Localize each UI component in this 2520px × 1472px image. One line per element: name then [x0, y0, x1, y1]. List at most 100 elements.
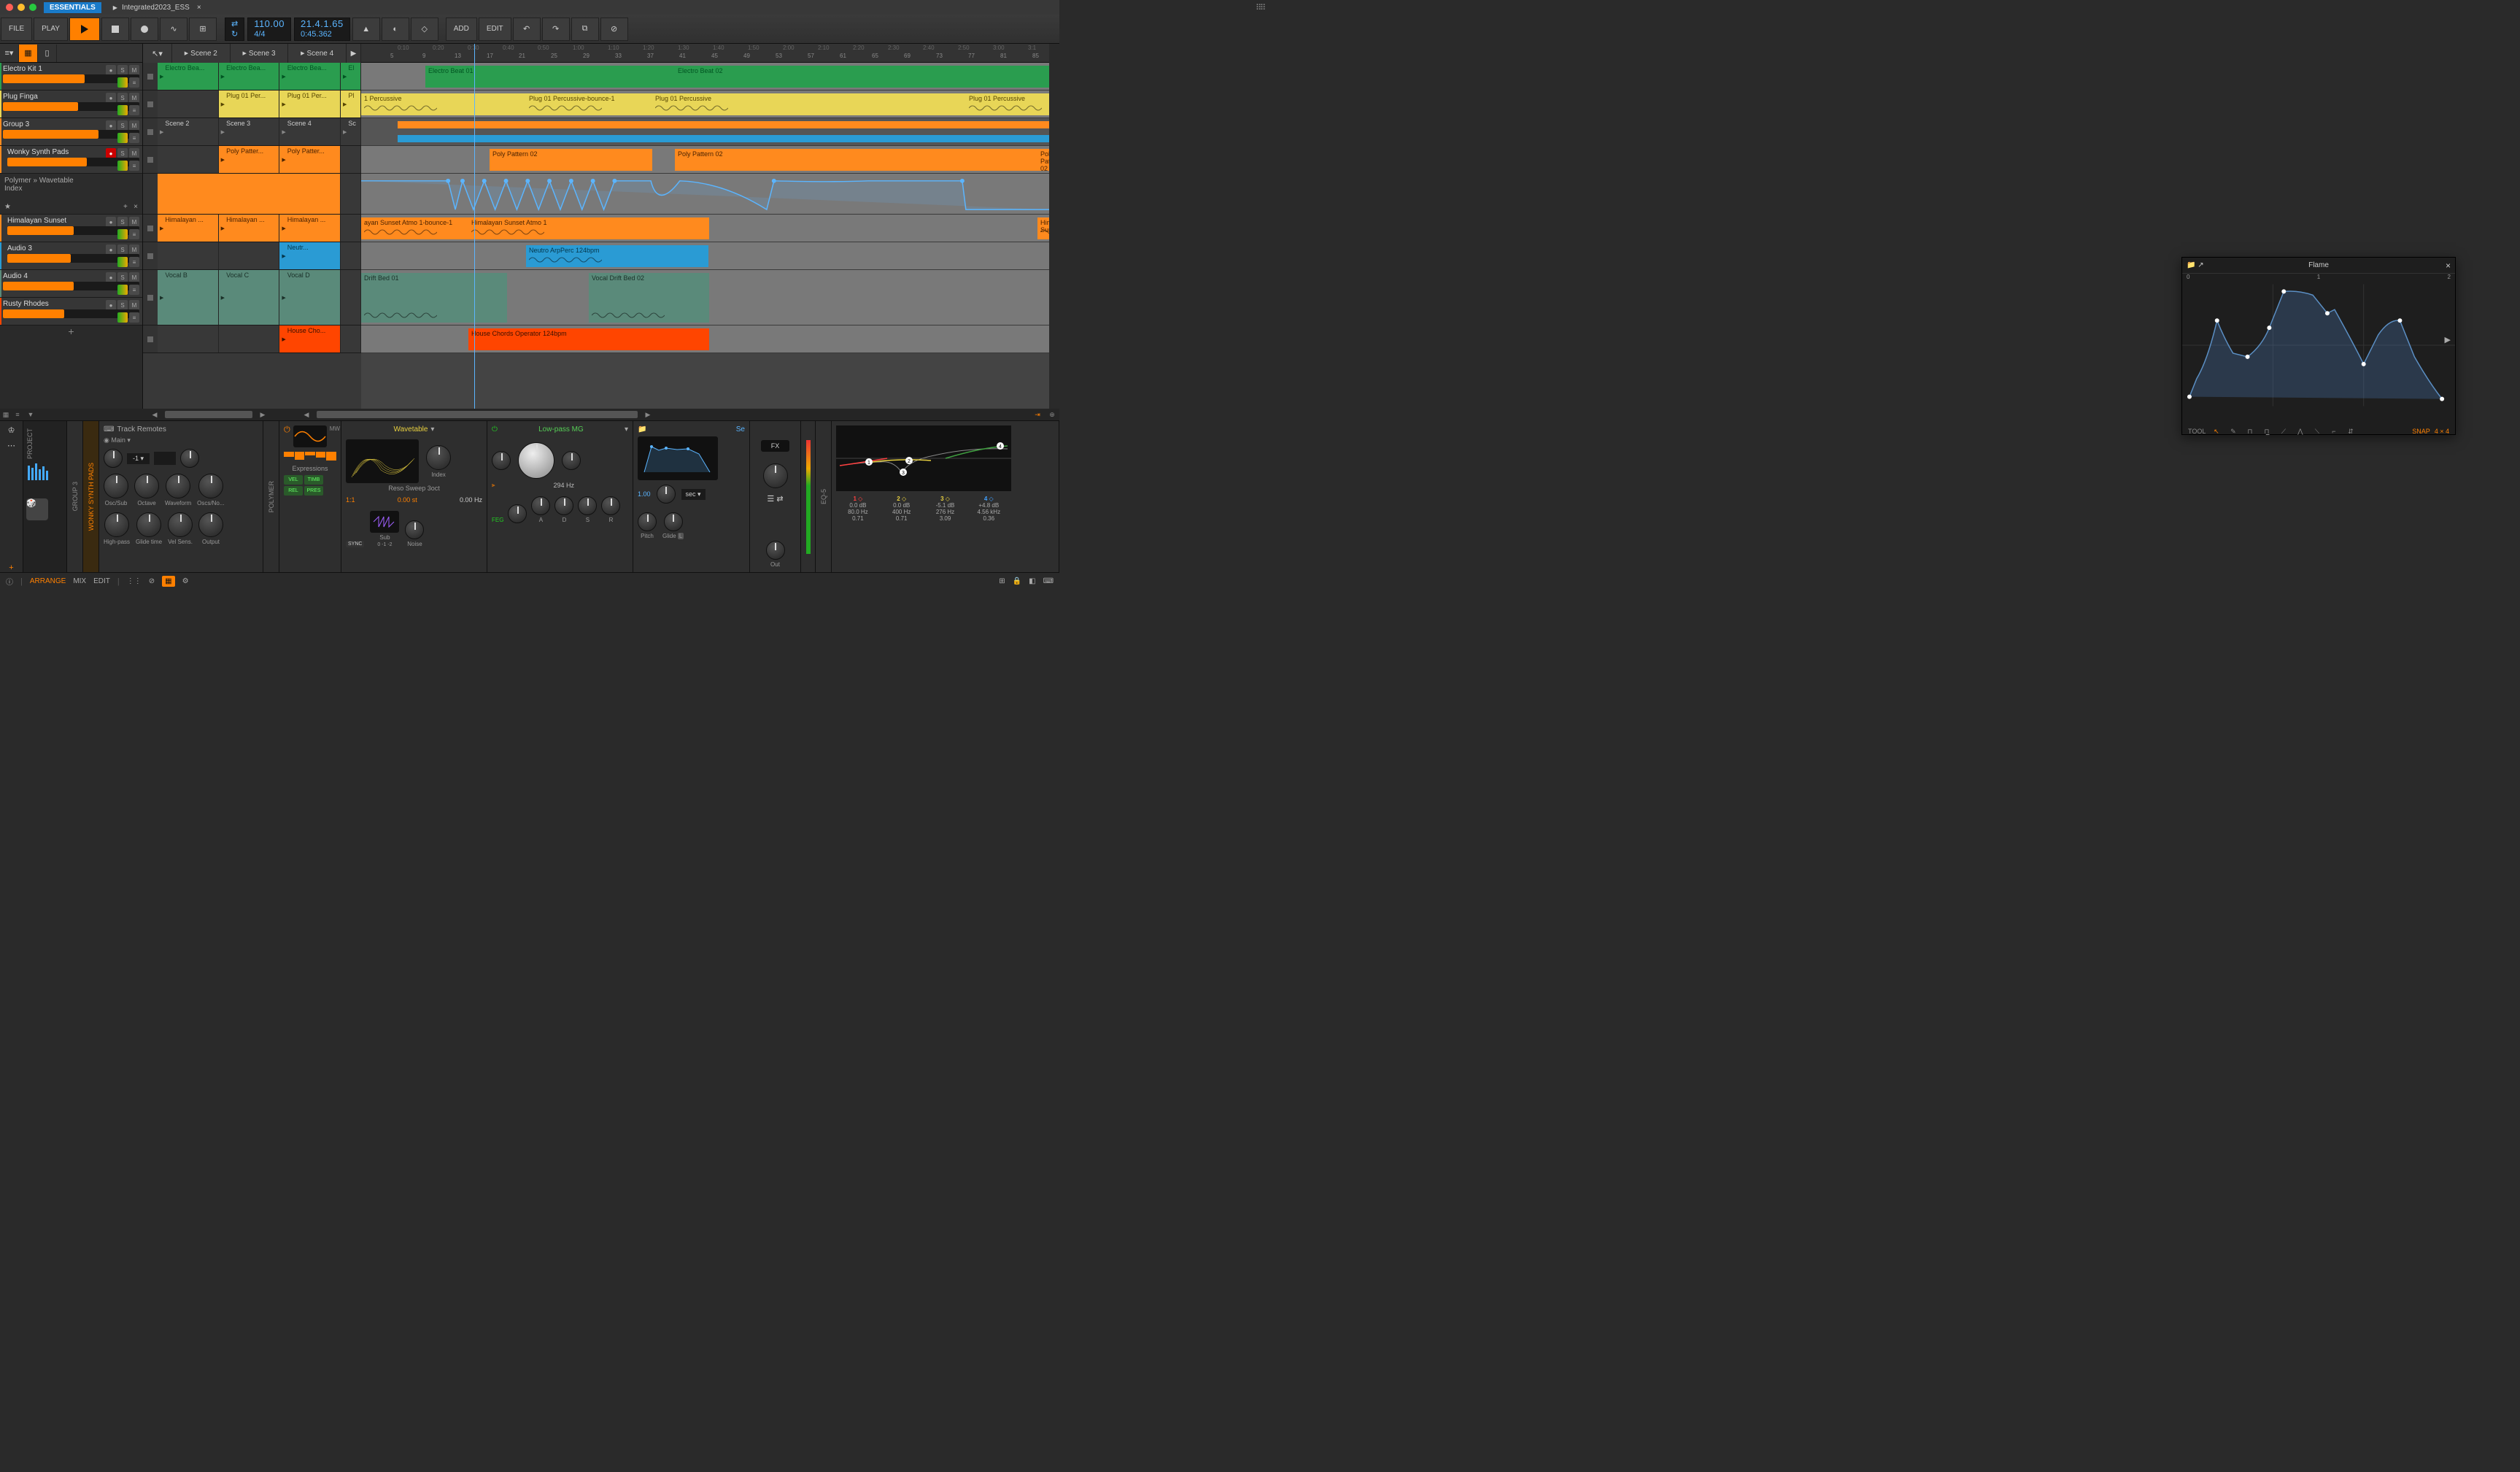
fx-mix-knob[interactable]	[763, 463, 788, 488]
clip-slot[interactable]: ▶Himalayan ...	[158, 215, 219, 242]
clip-slot[interactable]: ▶Electro Bea...	[219, 63, 280, 90]
panel-collapse-button[interactable]: ▼	[23, 411, 38, 418]
empty-clip-slot[interactable]	[158, 242, 219, 269]
tempo-value[interactable]: 110.00	[254, 19, 285, 29]
empty-clip-slot[interactable]	[341, 270, 361, 325]
view-toggle-other[interactable]: ▯	[38, 45, 57, 62]
tool-tri[interactable]: ⋀	[2294, 425, 2306, 438]
file-menu[interactable]: FILE	[1, 18, 32, 41]
mix-tab[interactable]: MIX	[73, 577, 86, 585]
project-mini-overview[interactable]	[26, 462, 63, 484]
mute-button[interactable]: M	[129, 244, 139, 255]
group3-strip[interactable]: GROUP 3	[67, 421, 83, 572]
clip-slot[interactable]: ▶Vocal C	[219, 270, 280, 325]
arranger-clip[interactable]: Himalayan Sunset Atmo 1	[468, 217, 709, 239]
solo-button[interactable]: S	[117, 65, 128, 75]
noise-knob[interactable]	[405, 520, 424, 539]
arranger-clip[interactable]: Electro Beat 01	[425, 66, 675, 88]
arranger-clip[interactable]: Poly Pattern 02	[1037, 149, 1049, 171]
rel-button[interactable]: REL	[284, 486, 303, 496]
eq-band[interactable]: 1 ◇ 0.0 dB 80.0 Hz 0.71	[836, 494, 880, 523]
plus-icon[interactable]: +	[9, 563, 13, 572]
stop-clip-button[interactable]	[143, 270, 158, 325]
empty-clip-slot[interactable]	[158, 325, 219, 352]
inspector-icon[interactable]: ⋮⋮	[127, 577, 142, 585]
eq-band[interactable]: 2 ◇ 0.0 dB 400 Hz 0.71	[880, 494, 924, 523]
filter-freq[interactable]: 294 Hz	[553, 482, 574, 489]
mixer-icon[interactable]: ⚙	[182, 577, 189, 585]
keyboard-toggle-icon[interactable]: ⌨	[1043, 577, 1054, 585]
remote-knob[interactable]	[198, 512, 223, 537]
amount-knob[interactable]	[180, 449, 199, 468]
empty-clip-slot[interactable]	[341, 242, 361, 269]
remotes-main-label[interactable]: Main	[111, 436, 125, 444]
track-menu-button[interactable]: ≡	[129, 161, 139, 171]
arranger-clip[interactable]: Plug 01 Percussive	[652, 93, 966, 115]
scene-header-cell[interactable]: ▶ Scene 4	[288, 44, 347, 63]
undo-button[interactable]: ↶	[513, 18, 541, 41]
panel-view-icon[interactable]: ▦	[0, 411, 12, 419]
clip-slot[interactable]: ▶Poly Patter...	[219, 146, 280, 173]
delete-button[interactable]: ⊘	[600, 18, 628, 41]
wavetable-display[interactable]	[346, 439, 419, 483]
eq-strip[interactable]: EQ-5	[816, 421, 832, 572]
folder-icon[interactable]: 📁	[638, 425, 646, 433]
ratio-value[interactable]: 1:1	[346, 496, 355, 504]
scene-header-cell[interactable]: ▶ Scene 2	[172, 44, 231, 63]
wonky-strip[interactable]: WONKY SYNTH PADS	[83, 421, 99, 572]
overdub-button[interactable]: ⊞	[189, 18, 217, 41]
track-menu-button[interactable]: ≡	[129, 312, 139, 323]
arranger-track[interactable]: 1 PercussivePlug 01 Percussive-bounce-1P…	[361, 90, 1049, 118]
tool-random[interactable]: ⇵	[2344, 425, 2357, 438]
clip-slot[interactable]: ▶El	[341, 63, 361, 90]
stop-clip-button[interactable]	[143, 242, 158, 269]
stop-clip-button[interactable]	[143, 325, 158, 352]
duplicate-button[interactable]: ⧉	[571, 18, 599, 41]
remote-knob[interactable]	[166, 474, 190, 498]
arranger-track[interactable]: Poly Pattern 02Poly Pattern 02Poly Patte…	[361, 146, 1049, 174]
position-display[interactable]: 21.4.1.65 0:45.362	[294, 18, 350, 41]
mod-rate-value[interactable]: 1.00	[638, 490, 651, 498]
dashboard-icon[interactable]: ◧	[1029, 577, 1035, 585]
record-button[interactable]	[131, 18, 158, 41]
tool-step[interactable]: ⊓̲	[2260, 425, 2273, 438]
tool-ramp-down[interactable]: ⟍	[2311, 425, 2323, 438]
mod-unit-select[interactable]: sec ▾	[681, 489, 706, 500]
stop-clip-button[interactable]	[143, 146, 158, 173]
clip-slot[interactable]: ▶Plug 01 Per...	[279, 90, 341, 117]
record-arm-button[interactable]: ●	[106, 65, 116, 75]
chain-icon[interactable]: ⋯	[7, 441, 15, 450]
fx-label[interactable]: FX	[761, 440, 790, 452]
stop-clip-button[interactable]	[143, 90, 158, 117]
arranger-track[interactable]	[361, 118, 1049, 146]
clip-slot[interactable]: ▶Poly Patter...	[279, 146, 341, 173]
record-arm-button[interactable]: ●	[106, 272, 116, 282]
record-arm-button[interactable]: ●	[106, 148, 116, 158]
tool-half[interactable]: ⌐	[2327, 425, 2340, 438]
window-close[interactable]	[6, 4, 13, 11]
track-menu-button[interactable]: ≡	[129, 257, 139, 267]
window-minimize[interactable]	[18, 4, 25, 11]
loop-toggle-display[interactable]: ⇄↻	[225, 18, 244, 41]
add-button[interactable]: ADD	[446, 18, 477, 41]
filter-reso-knob[interactable]	[562, 451, 581, 470]
remote-knob[interactable]	[104, 474, 128, 498]
feg-label[interactable]: FEG	[492, 517, 503, 523]
metronome-button[interactable]: ▲	[352, 18, 380, 41]
polymer-strip[interactable]: POLYMER	[263, 421, 279, 572]
feg-amount-knob[interactable]	[508, 504, 527, 523]
clip-slot[interactable]: ▶Pl	[341, 90, 361, 117]
scene-header-cell[interactable]: ▶ Scene 3	[231, 44, 289, 63]
empty-clip-slot[interactable]	[158, 90, 219, 117]
fill-button[interactable]: ◇	[411, 18, 438, 41]
track-menu-button[interactable]: ≡	[129, 105, 139, 115]
time-signature[interactable]: 4/4	[254, 29, 285, 39]
scene-scroll[interactable]: ▶	[347, 44, 361, 63]
arranger-clip[interactable]: Vocal Drift Bed 02	[589, 273, 709, 323]
clip-slot[interactable]: ▶Electro Bea...	[279, 63, 341, 90]
pres-button[interactable]: PRES	[304, 486, 323, 496]
remote-knob[interactable]	[134, 474, 159, 498]
remote-knob[interactable]	[104, 512, 129, 537]
arranger-clip[interactable]: Neutro ArpPerc 124bpm	[526, 245, 708, 267]
empty-clip-slot[interactable]: ▶Scene 4	[279, 118, 341, 145]
